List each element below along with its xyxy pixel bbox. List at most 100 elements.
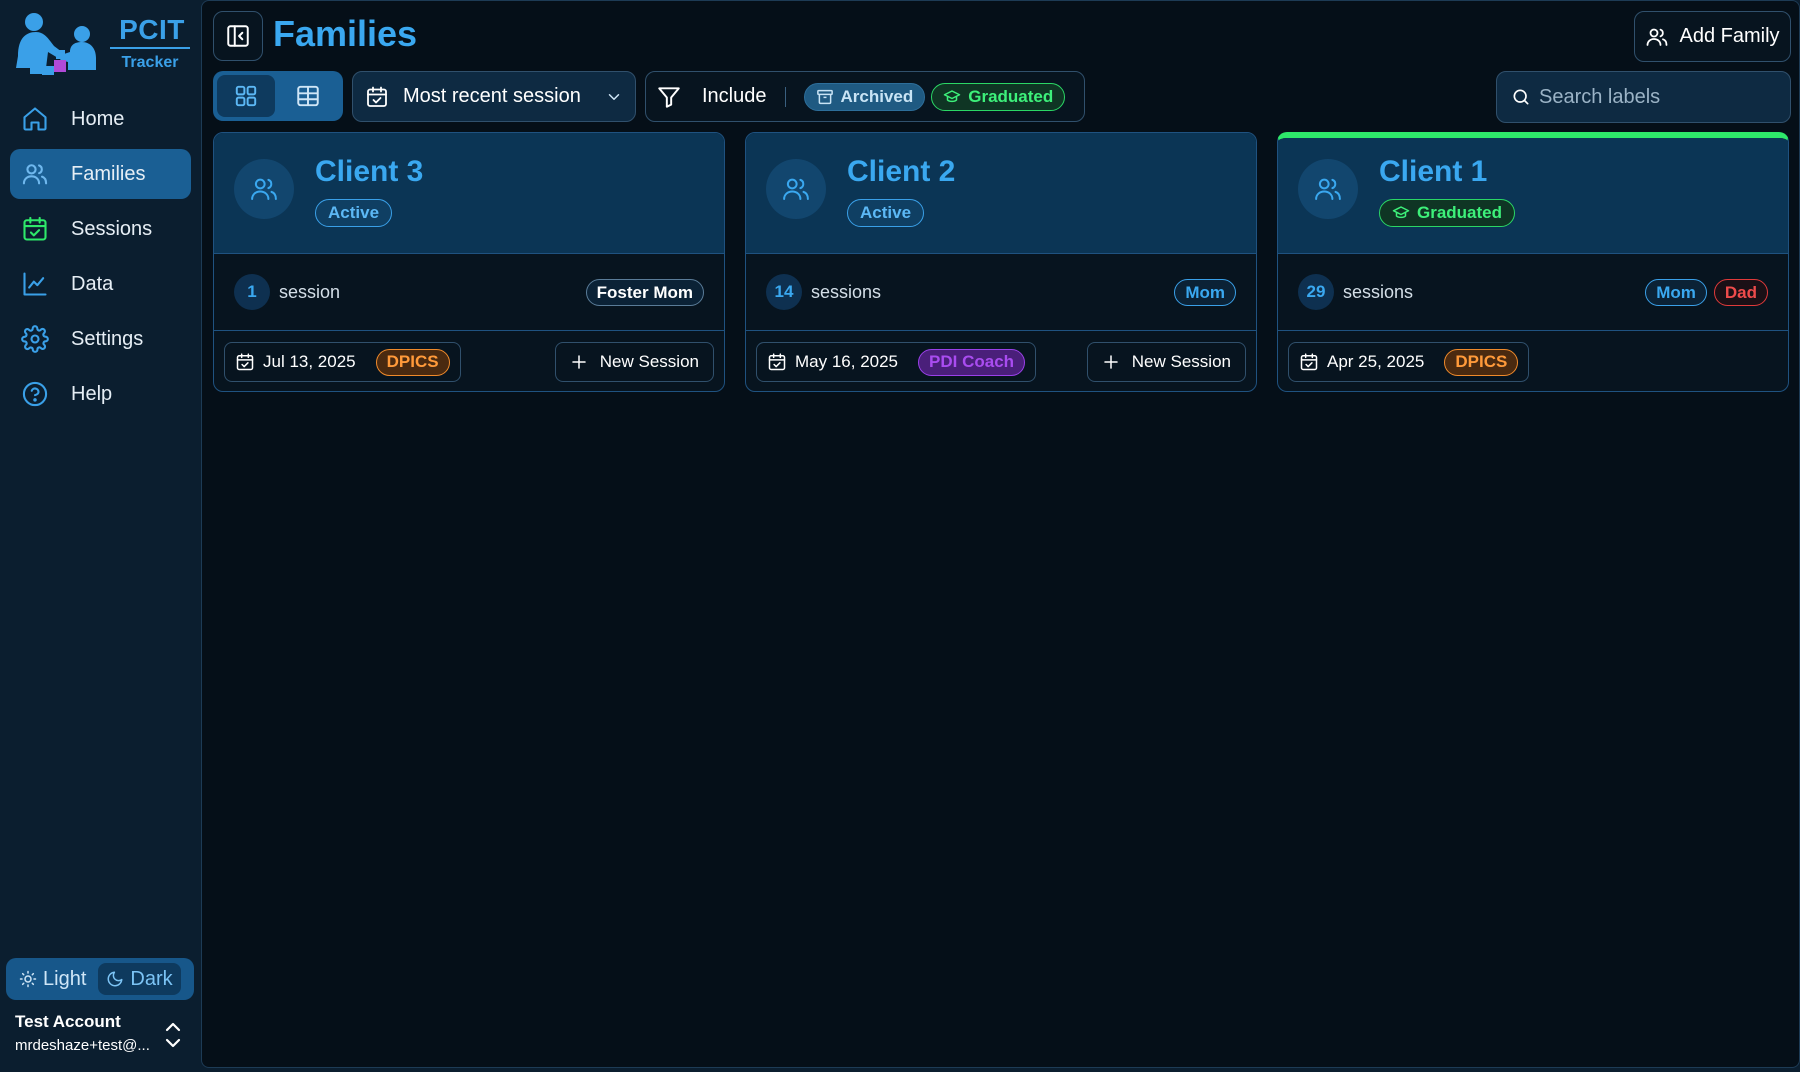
sun-icon <box>19 970 37 988</box>
filter-label: Include <box>702 85 767 108</box>
help-circle-icon <box>21 380 49 408</box>
label-tag: Mom <box>1174 279 1236 306</box>
chevrons-up-down-icon <box>163 1020 183 1050</box>
session-count: 14 <box>766 274 802 310</box>
add-family-button[interactable]: Add Family <box>1634 11 1791 62</box>
sidebar: PCIT Tracker Home Families Sessions <box>0 0 201 1072</box>
family-card[interactable]: Client 1 Graduated 29 sessions Mom Dad A… <box>1277 132 1789 392</box>
sidebar-item-label: Families <box>71 163 145 186</box>
graduated-chip-label: Graduated <box>968 87 1053 107</box>
collapse-sidebar-button[interactable] <box>213 11 263 61</box>
theme-dark-label: Dark <box>130 968 172 991</box>
search-input[interactable] <box>1539 86 1779 109</box>
graduation-cap-icon <box>1392 204 1410 222</box>
include-filter: Include Archived Graduated <box>645 71 1085 122</box>
home-icon <box>21 105 49 133</box>
status-badge: Active <box>315 199 392 227</box>
graduation-cap-icon <box>943 88 961 106</box>
family-card-body: 14 sessions Mom <box>746 254 1256 331</box>
app-logo[interactable]: PCIT Tracker <box>10 12 190 78</box>
sidebar-item-families[interactable]: Families <box>10 149 191 199</box>
theme-light-option[interactable]: Light <box>11 963 94 995</box>
theme-light-label: Light <box>43 968 86 991</box>
status-badge-label: Active <box>328 203 379 223</box>
family-name[interactable]: Client 2 <box>847 155 955 189</box>
filter-divider <box>785 87 786 107</box>
family-card-footer: Jul 13, 2025 DPICS New Session <box>214 331 724 392</box>
users-icon <box>249 174 279 204</box>
session-count-unit: sessions <box>811 282 881 303</box>
account-email: mrdeshaze+test@... <box>15 1037 185 1054</box>
theme-dark-option[interactable]: Dark <box>98 963 180 995</box>
calendar-check-icon <box>365 85 389 109</box>
chevron-down-icon <box>605 88 623 106</box>
family-card-footer: May 16, 2025 PDI Coach New Session <box>746 331 1256 392</box>
moon-icon <box>106 970 124 988</box>
last-session-button[interactable]: May 16, 2025 PDI Coach <box>756 342 1036 382</box>
filter-icon[interactable] <box>656 84 682 110</box>
session-type-badge: PDI Coach <box>918 349 1025 376</box>
last-session-button[interactable]: Apr 25, 2025 DPICS <box>1288 342 1529 382</box>
account-name: Test Account <box>15 1012 185 1032</box>
family-labels: Mom <box>1174 279 1236 306</box>
label-tag: Mom <box>1645 279 1707 306</box>
sort-value: Most recent session <box>403 85 591 108</box>
sort-select[interactable]: Most recent session <box>352 71 636 122</box>
family-card[interactable]: Client 3 Active 1 session Foster Mom Jul… <box>213 132 725 392</box>
new-session-label: New Session <box>1132 352 1231 372</box>
sidebar-item-settings[interactable]: Settings <box>10 314 191 364</box>
add-family-label: Add Family <box>1679 25 1779 48</box>
family-card-body: 29 sessions Mom Dad <box>1278 254 1788 331</box>
parent-child-logo-icon <box>10 12 102 76</box>
main-panel: Families Add Family Most recent session <box>201 0 1800 1068</box>
sidebar-item-data[interactable]: Data <box>10 259 191 309</box>
grid-view-button[interactable] <box>217 75 275 117</box>
grid-icon <box>233 83 259 109</box>
account-switcher[interactable]: Test Account mrdeshaze+test@... <box>15 1012 185 1060</box>
calendar-check-icon <box>235 352 255 372</box>
last-session-date: Apr 25, 2025 <box>1327 352 1424 372</box>
family-name[interactable]: Client 1 <box>1379 155 1487 189</box>
family-card-header: Client 3 Active <box>214 133 724 254</box>
last-session-date: May 16, 2025 <box>795 352 898 372</box>
last-session-date: Jul 13, 2025 <box>263 352 356 372</box>
new-session-button[interactable]: New Session <box>1087 342 1246 382</box>
graduated-filter-chip[interactable]: Graduated <box>931 83 1065 111</box>
sidebar-item-label: Home <box>71 108 124 131</box>
view-mode-toggle <box>213 71 343 121</box>
panel-left-close-icon <box>225 23 251 49</box>
gear-icon <box>21 325 49 353</box>
sidebar-item-sessions[interactable]: Sessions <box>10 204 191 254</box>
new-session-label: New Session <box>600 352 699 372</box>
status-badge-label: Graduated <box>1417 203 1502 223</box>
sidebar-nav: Home Families Sessions Data Settings <box>10 94 191 424</box>
family-card-body: 1 session Foster Mom <box>214 254 724 331</box>
plus-icon <box>570 353 588 371</box>
logo-divider <box>110 47 190 49</box>
users-icon <box>21 160 49 188</box>
logo-title: PCIT <box>114 14 190 46</box>
sidebar-item-label: Data <box>71 273 113 296</box>
archived-chip-label: Archived <box>841 87 914 107</box>
theme-toggle: Light Dark <box>6 958 194 1000</box>
family-name[interactable]: Client 3 <box>315 155 423 189</box>
sidebar-item-help[interactable]: Help <box>10 369 191 419</box>
status-badge: Active <box>847 199 924 227</box>
table-view-button[interactable] <box>279 75 337 117</box>
archived-filter-chip[interactable]: Archived <box>804 83 926 111</box>
archive-icon <box>816 88 834 106</box>
sidebar-item-label: Settings <box>71 328 143 351</box>
family-card-footer: Apr 25, 2025 DPICS <box>1278 331 1788 392</box>
session-type-badge: DPICS <box>376 349 450 376</box>
family-avatar <box>1298 159 1358 219</box>
family-card[interactable]: Client 2 Active 14 sessions Mom May 16, … <box>745 132 1257 392</box>
last-session-button[interactable]: Jul 13, 2025 DPICS <box>224 342 461 382</box>
page-title: Families <box>273 13 417 55</box>
new-session-button[interactable]: New Session <box>555 342 714 382</box>
status-badge-label: Active <box>860 203 911 223</box>
label-tag: Foster Mom <box>586 279 704 306</box>
users-icon <box>1645 25 1669 49</box>
users-icon <box>781 174 811 204</box>
family-card-header: Client 2 Active <box>746 133 1256 254</box>
sidebar-item-home[interactable]: Home <box>10 94 191 144</box>
